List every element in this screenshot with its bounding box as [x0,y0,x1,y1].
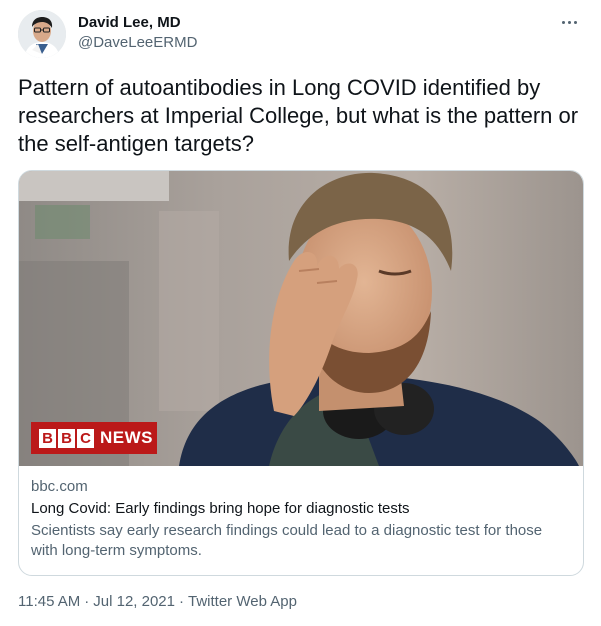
card-body[interactable]: bbc.com Long Covid: Early findings bring… [31,477,571,561]
brand-word: NEWS [100,428,153,447]
avatar[interactable] [18,10,66,58]
tweet-meta: 11:45 AM · Jul 12, 2021 · Twitter Web App [18,592,297,612]
more-options-icon[interactable] [557,12,581,32]
brand-letter: C [77,428,94,448]
tweet-timestamp-date[interactable]: Jul 12, 2021 [93,593,175,610]
tweet-timestamp-time[interactable]: 11:45 AM [18,593,80,610]
person-avatar-icon [18,10,66,58]
user-handle[interactable]: @DaveLeeERMD [78,33,197,53]
separator: · [179,593,184,610]
brand-letter: B [58,428,75,448]
link-preview-card[interactable]: B B C NEWS bbc.com Long Covid: Early fin… [18,170,584,576]
brand-letter: B [39,428,56,448]
display-name[interactable]: David Lee, MD [78,13,197,33]
tweet-source-link[interactable]: Twitter Web App [188,593,297,610]
author-names: David Lee, MD @DaveLeeERMD [78,13,197,53]
tweet-header: David Lee, MD @DaveLeeERMD [18,10,583,60]
card-title: Long Covid: Early findings bring hope fo… [31,500,410,517]
tweet: David Lee, MD @DaveLeeERMD Pattern of au… [0,0,601,626]
bbc-news-logo: B B C NEWS [31,422,157,454]
card-domain: bbc.com [31,478,88,495]
card-description: Scientists say early research findings c… [31,522,543,559]
card-image[interactable]: B B C NEWS [19,171,583,466]
tweet-text: Pattern of autoantibodies in Long COVID … [18,75,579,156]
separator: · [84,593,90,610]
